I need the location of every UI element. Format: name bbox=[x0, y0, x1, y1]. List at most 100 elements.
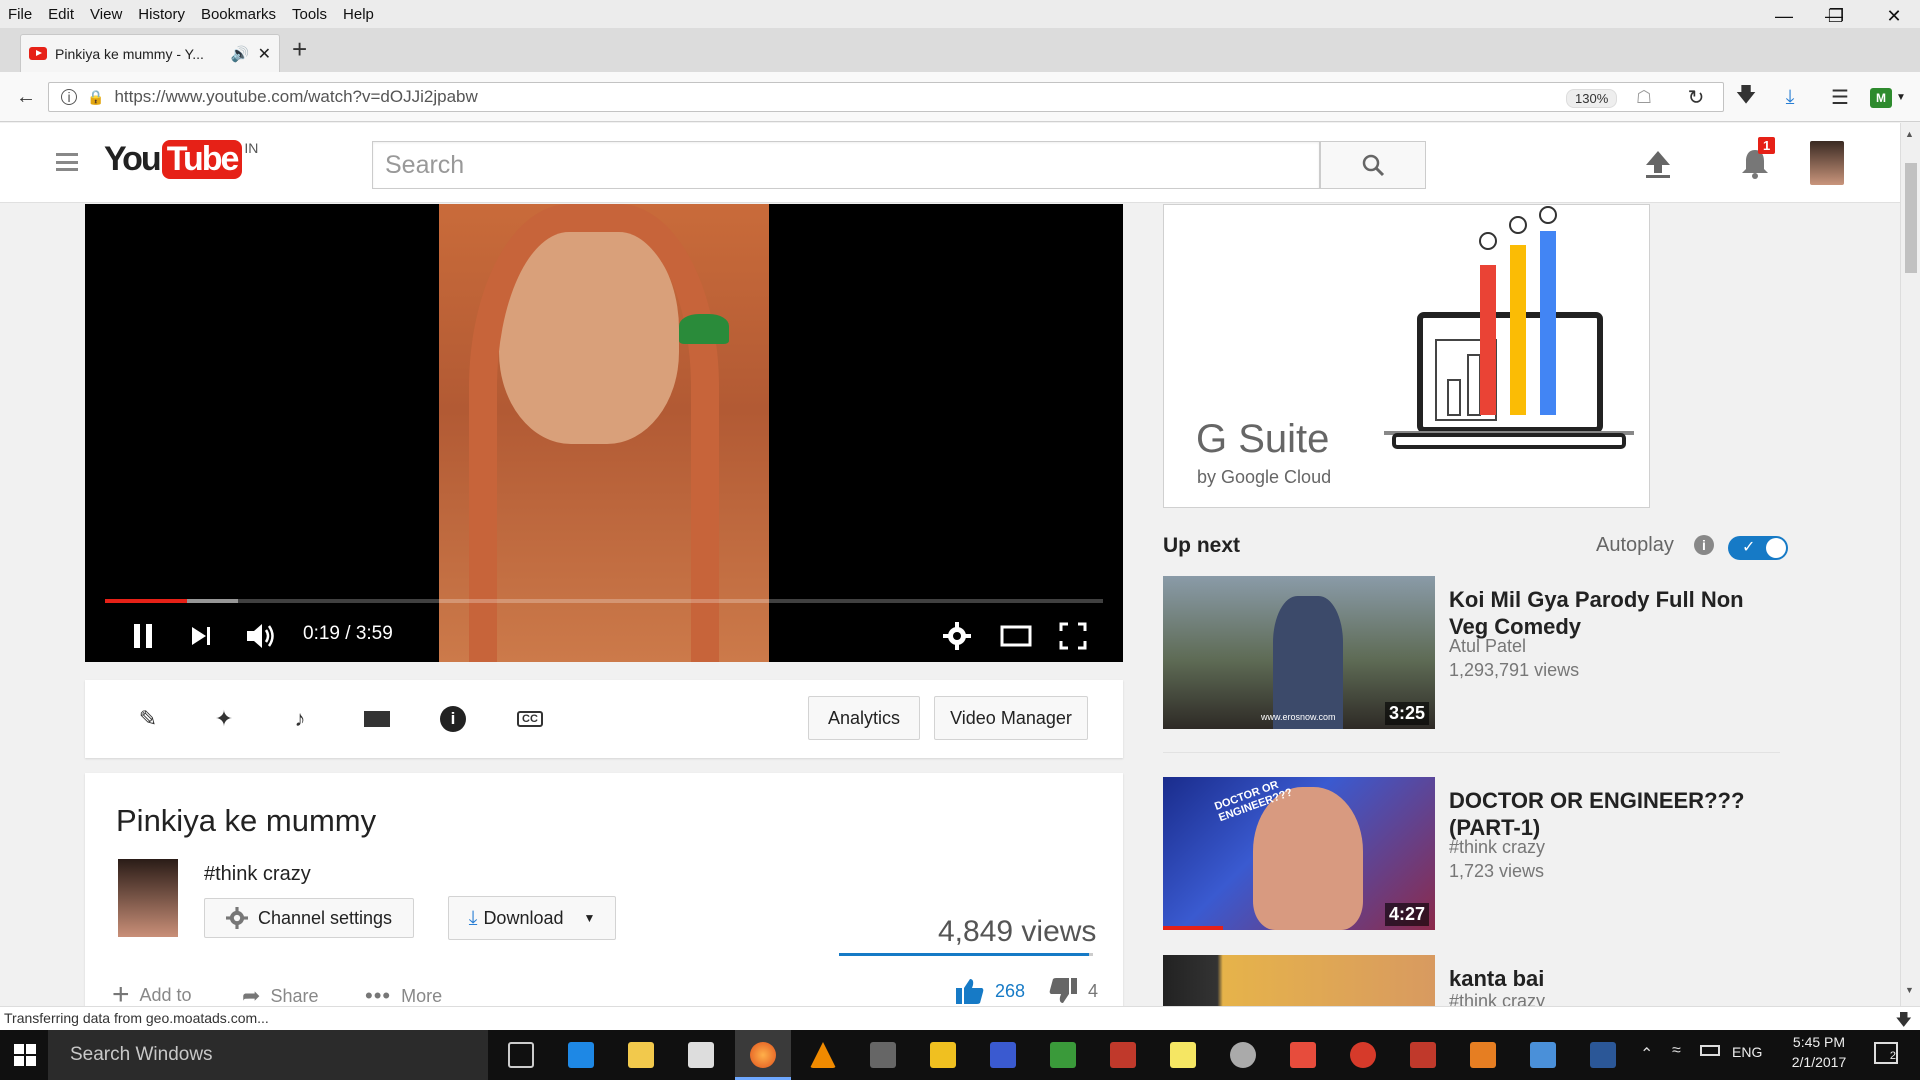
upnext-views: 1,723 views bbox=[1449, 861, 1545, 881]
page-scrollbar[interactable]: ▲ ▼ bbox=[1900, 123, 1920, 1006]
tray-chevron-icon[interactable]: ⌃ bbox=[1640, 1044, 1653, 1064]
downloads-icon[interactable]: ⤓ bbox=[1774, 81, 1806, 113]
wifi-icon[interactable]: ≈ bbox=[1672, 1042, 1681, 1060]
edit-pencil-icon[interactable]: ✎ bbox=[133, 704, 163, 734]
edge-browser-icon[interactable] bbox=[568, 1042, 594, 1068]
taskbar-search[interactable]: Search Windows bbox=[48, 1030, 488, 1080]
video-info-card: Pinkiya ke mummy #think crazy Channel se… bbox=[85, 773, 1123, 1013]
audio-note-icon[interactable]: ♪ bbox=[285, 704, 315, 734]
upnext-item[interactable]: www.erosnow.com 3:25 Koi Mil Gya Parody … bbox=[1163, 576, 1763, 729]
app-icon[interactable] bbox=[870, 1042, 896, 1068]
video-player[interactable]: 0:19 / 3:59 bbox=[85, 204, 1123, 662]
end-screen-icon[interactable] bbox=[362, 704, 392, 734]
app-icon[interactable] bbox=[1110, 1042, 1136, 1068]
new-tab-button[interactable]: + bbox=[292, 34, 307, 65]
youtube-logo[interactable]: You Tube IN bbox=[104, 140, 258, 179]
theater-mode-button[interactable] bbox=[999, 620, 1033, 652]
video-thumbnail[interactable]: DOCTOR OR ENGINEER??? 4:27 bbox=[1163, 777, 1435, 930]
search-input[interactable]: Search bbox=[372, 141, 1320, 189]
analytics-button[interactable]: Analytics bbox=[808, 696, 920, 740]
fullscreen-button[interactable] bbox=[1057, 620, 1089, 652]
like-button[interactable]: 268 bbox=[955, 977, 1025, 1005]
language-indicator[interactable]: ENG bbox=[1732, 1044, 1762, 1060]
app-icon[interactable] bbox=[1350, 1042, 1376, 1068]
list-item[interactable]: DOCTOR OR ENGINEER??? 4:27 DOCTOR OR ENG… bbox=[1163, 777, 1763, 930]
settings-button[interactable] bbox=[941, 620, 973, 652]
video-manager-button[interactable]: Video Manager bbox=[934, 696, 1088, 740]
pocket-download-icon[interactable]: 🡇 bbox=[1730, 81, 1762, 113]
store-icon[interactable] bbox=[688, 1042, 714, 1068]
channel-settings-button[interactable]: Channel settings bbox=[204, 898, 414, 938]
word-icon[interactable] bbox=[1590, 1042, 1616, 1068]
avatar[interactable] bbox=[1810, 141, 1844, 185]
next-button[interactable] bbox=[185, 620, 217, 652]
channel-name[interactable]: #think crazy bbox=[204, 863, 311, 886]
upnext-title[interactable]: Koi Mil Gya Parody Full Non Veg Comedy bbox=[1449, 586, 1779, 640]
action-center-icon[interactable]: 2 bbox=[1874, 1042, 1898, 1064]
task-view-icon[interactable] bbox=[508, 1042, 534, 1068]
ad-banner[interactable]: G Suite by Google Cloud bbox=[1163, 204, 1650, 508]
upnext-title[interactable]: kanta bai bbox=[1449, 965, 1763, 992]
menu-help[interactable]: Help bbox=[335, 6, 382, 23]
menu-view[interactable]: View bbox=[82, 6, 130, 23]
channel-avatar[interactable] bbox=[118, 859, 178, 937]
watched-progress bbox=[1163, 926, 1223, 930]
reader-mode-icon[interactable]: ☖ bbox=[1628, 81, 1660, 113]
video-thumbnail[interactable] bbox=[1163, 955, 1435, 1006]
tab-active[interactable]: Pinkiya ke mummy - Y... 🔊 ✕ bbox=[20, 34, 280, 72]
back-arrow-icon[interactable]: ← bbox=[10, 81, 42, 113]
info-cards-icon[interactable]: i bbox=[438, 704, 468, 734]
menu-bookmarks[interactable]: Bookmarks bbox=[193, 6, 284, 23]
menu-tools[interactable]: Tools bbox=[284, 6, 335, 23]
upload-icon[interactable] bbox=[1644, 149, 1672, 179]
extension-icon[interactable]: M bbox=[1870, 88, 1892, 108]
upnext-title[interactable]: DOCTOR OR ENGINEER??? (PART-1) bbox=[1449, 787, 1779, 841]
zoom-level[interactable]: 130% bbox=[1566, 89, 1618, 108]
autoplay-info-icon[interactable]: i bbox=[1694, 535, 1714, 555]
search-button[interactable] bbox=[1320, 141, 1426, 189]
autoplay-toggle[interactable]: ✓ bbox=[1728, 536, 1788, 560]
enhancements-wand-icon[interactable]: ✦ bbox=[209, 704, 239, 734]
url-field[interactable]: i 🔒 https://www.youtube.com/watch?v=dOJJ… bbox=[48, 82, 1724, 112]
app-icon[interactable] bbox=[990, 1042, 1016, 1068]
list-item[interactable]: kanta bai #think crazy bbox=[1163, 955, 1763, 1006]
volume-button[interactable] bbox=[243, 620, 279, 652]
menu-file[interactable]: File bbox=[0, 6, 40, 23]
scroll-down-arrow-icon[interactable]: ▼ bbox=[1905, 985, 1914, 995]
xampp-icon[interactable] bbox=[1470, 1042, 1496, 1068]
sticky-notes-icon[interactable] bbox=[1170, 1042, 1196, 1068]
windows-start-icon[interactable] bbox=[14, 1044, 36, 1066]
scrollbar-thumb[interactable] bbox=[1905, 163, 1917, 273]
speaker-icon[interactable]: 🔊 bbox=[231, 45, 250, 63]
app-icon[interactable] bbox=[930, 1042, 956, 1068]
video-thumbnail[interactable]: www.erosnow.com 3:25 bbox=[1163, 576, 1435, 729]
subtitles-cc-icon[interactable]: CC bbox=[515, 704, 545, 734]
notifications-button[interactable]: 1 bbox=[1740, 137, 1776, 184]
pause-button[interactable] bbox=[127, 620, 159, 652]
app-icon[interactable] bbox=[1290, 1042, 1316, 1068]
youtube-favicon-icon bbox=[29, 47, 47, 60]
like-ratio-bar bbox=[839, 953, 1093, 956]
file-explorer-icon[interactable] bbox=[628, 1042, 654, 1068]
menu-history[interactable]: History bbox=[130, 6, 193, 23]
info-icon[interactable]: i bbox=[61, 89, 77, 105]
app-icon[interactable] bbox=[1230, 1042, 1256, 1068]
menu-edit[interactable]: Edit bbox=[40, 6, 82, 23]
thumbs-down-icon bbox=[1049, 978, 1077, 1003]
scroll-up-arrow-icon[interactable]: ▲ bbox=[1905, 129, 1914, 139]
vlc-icon[interactable] bbox=[810, 1042, 836, 1068]
hamburger-menu-icon[interactable]: ☰ bbox=[1824, 81, 1856, 113]
download-button[interactable]: ⤓ Download ▼ bbox=[448, 896, 616, 940]
extension-dropdown-icon[interactable]: ▼ bbox=[1896, 92, 1906, 103]
reload-icon[interactable]: ↻ bbox=[1680, 81, 1712, 113]
app-icon[interactable] bbox=[1050, 1042, 1076, 1068]
dislike-button[interactable]: 4 bbox=[1048, 977, 1098, 1005]
guide-menu-icon[interactable] bbox=[56, 153, 78, 171]
battery-icon[interactable] bbox=[1700, 1045, 1720, 1056]
app-icon[interactable] bbox=[1410, 1042, 1436, 1068]
close-tab-icon[interactable]: ✕ bbox=[258, 44, 271, 64]
clock[interactable]: 5:45 PM 2/1/2017 bbox=[1778, 1034, 1860, 1070]
progress-track[interactable] bbox=[105, 599, 1103, 603]
app-icon[interactable] bbox=[1530, 1042, 1556, 1068]
taskbar-firefox-active[interactable] bbox=[735, 1030, 791, 1080]
